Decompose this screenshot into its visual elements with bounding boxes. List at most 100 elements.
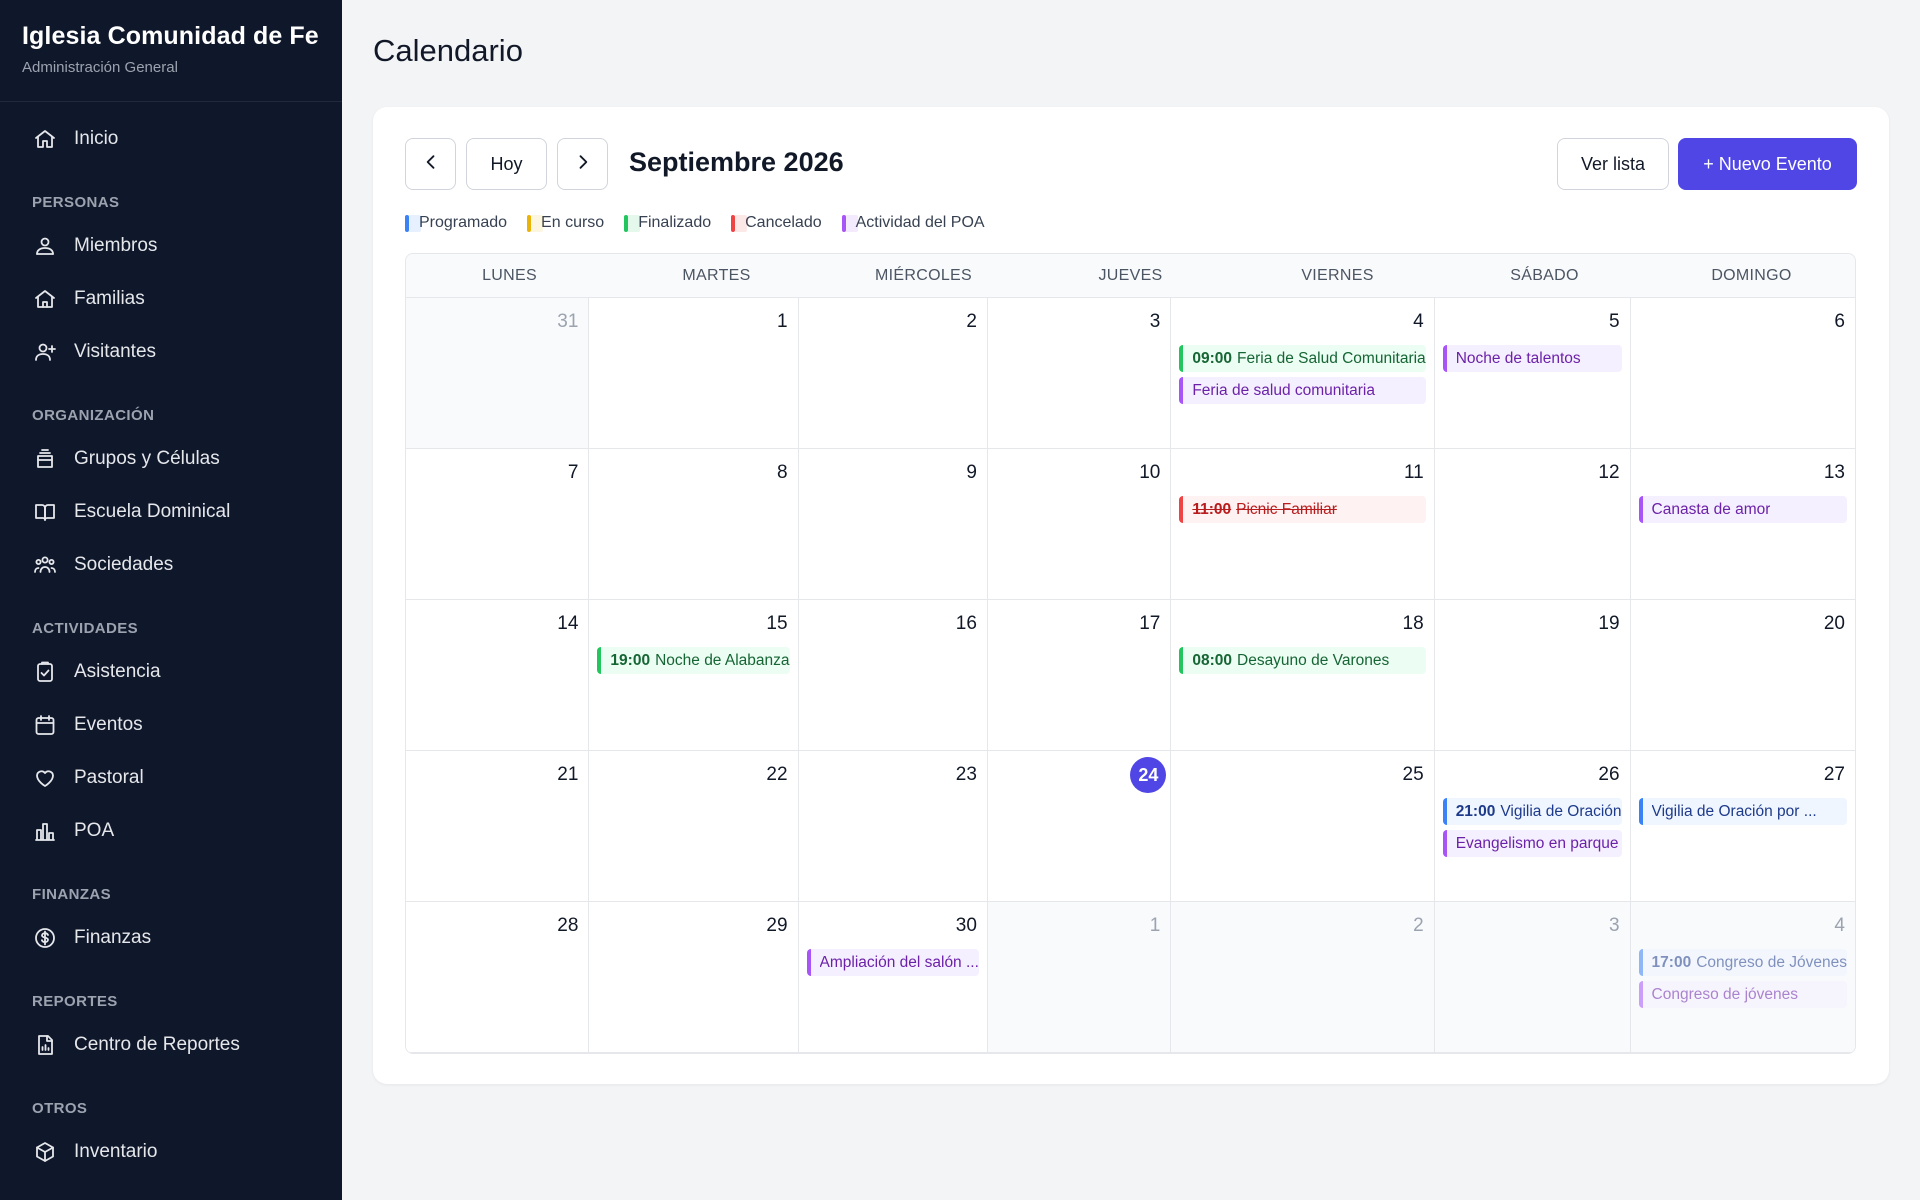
- sidebar-item-label: Centro de Reportes: [74, 1033, 240, 1055]
- app-subtitle: Administración General: [22, 59, 178, 76]
- day-cell[interactable]: 29: [589, 902, 799, 1053]
- day-cell[interactable]: 10: [987, 449, 1172, 600]
- day-cell[interactable]: 25: [1171, 751, 1435, 902]
- legend-swatch: [405, 214, 421, 232]
- sidebar-item-label: Inicio: [74, 127, 119, 149]
- day-cell[interactable]: 30 Ampliación del salón ...: [798, 902, 988, 1053]
- day-cell[interactable]: 27 Vigilia de Oración por ...: [1630, 751, 1855, 902]
- sidebar-item-escuela-dominical[interactable]: Escuela Dominical: [0, 485, 342, 538]
- sidebar-item-inicio[interactable]: Inicio: [0, 112, 342, 165]
- sidebar-item-pastoral[interactable]: Pastoral: [0, 751, 342, 804]
- book-icon: [32, 499, 58, 525]
- calendar-event[interactable]: 19:00 Noche de Alabanza: [597, 647, 790, 674]
- day-number-row: 12: [1443, 455, 1622, 491]
- day-number: 29: [766, 915, 788, 936]
- day-cell[interactable]: 7: [406, 449, 590, 600]
- sidebar-item-label: Miembros: [74, 234, 158, 256]
- day-cell[interactable]: 2: [798, 298, 988, 449]
- event-title: Congreso de jóvenes: [1651, 985, 1799, 1003]
- day-cell[interactable]: 1: [987, 902, 1172, 1053]
- new-event-button[interactable]: + Nuevo Evento: [1678, 138, 1857, 190]
- day-cell[interactable]: 26 21:00 Vigilia de Oración Evangelismo e…: [1434, 751, 1631, 902]
- day-cell[interactable]: 5 Noche de talentos: [1434, 298, 1631, 449]
- sidebar-item-asistencia[interactable]: Asistencia: [0, 645, 342, 698]
- clipboard-check-icon: [32, 659, 58, 685]
- calendar-toolbar: Hoy Septiembre 2026 Ver lista + Nuevo Ev…: [405, 138, 1857, 190]
- day-cell[interactable]: 13 Canasta de amor: [1630, 449, 1855, 600]
- chevron-left-icon: [421, 152, 441, 177]
- day-cell[interactable]: 31: [406, 298, 590, 449]
- day-cell[interactable]: 20: [1630, 600, 1855, 751]
- previous-month-button[interactable]: [405, 138, 456, 190]
- day-cell[interactable]: 17: [987, 600, 1172, 751]
- legend-swatch: [527, 214, 544, 232]
- calendar-event[interactable]: 21:00 Vigilia de Oración: [1442, 798, 1622, 825]
- day-cell[interactable]: 9: [798, 449, 988, 600]
- weekday-jueves: JUEVES: [1098, 266, 1163, 284]
- day-cell[interactable]: 11 11:00 Picnic Familiar: [1171, 449, 1435, 600]
- calendar-event[interactable]: 08:00 Desayuno de Varones: [1179, 647, 1426, 674]
- day-number: 2: [1413, 915, 1424, 936]
- sidebar-item-poa[interactable]: POA: [0, 804, 342, 857]
- day-cell[interactable]: 15 19:00 Noche de Alabanza: [589, 600, 799, 751]
- day-number-row: 24: [996, 757, 1167, 793]
- day-number-row: 4: [1179, 304, 1425, 340]
- sidebar-item-label: Visitantes: [74, 340, 157, 362]
- day-cell[interactable]: 19: [1434, 600, 1631, 751]
- day-cell[interactable]: 23: [798, 751, 988, 902]
- event-title: Congreso de Jóvenes: [1696, 953, 1847, 971]
- status-legend: Programado En curso Finalizado Cancelado…: [405, 211, 1005, 235]
- calendar-event[interactable]: Feria de salud comunitaria: [1179, 377, 1426, 404]
- day-cell[interactable]: 3: [987, 298, 1172, 449]
- day-cell[interactable]: 12: [1434, 449, 1631, 600]
- calendar-event[interactable]: Evangelismo en parque: [1442, 830, 1622, 857]
- calendar-event[interactable]: 11:00 Picnic Familiar: [1179, 496, 1426, 523]
- event-label: 11:00 Picnic Familiar: [1192, 501, 1337, 519]
- legend-item-finalizado: Finalizado: [624, 214, 711, 232]
- day-cell[interactable]: 6: [1630, 298, 1855, 449]
- list-view-button[interactable]: Ver lista: [1557, 138, 1669, 190]
- calendar-event[interactable]: Congreso de jóvenes: [1638, 981, 1847, 1008]
- calendar-event[interactable]: 09:00 Feria de Salud Comunitaria: [1179, 345, 1426, 372]
- calendar-event[interactable]: 17:00 Congreso de Jóvenes: [1638, 949, 1847, 976]
- day-number-row: 22: [597, 757, 789, 793]
- day-cell[interactable]: 1: [589, 298, 799, 449]
- day-number-row: 16: [807, 606, 979, 642]
- sidebar-item-visitantes[interactable]: Visitantes: [0, 325, 342, 378]
- day-number: 11: [1403, 462, 1424, 483]
- day-cell[interactable]: 21: [406, 751, 590, 902]
- calendar-event[interactable]: Vigilia de Oración por ...: [1638, 798, 1847, 825]
- day-number: 16: [955, 613, 977, 634]
- day-cell[interactable]: 16: [798, 600, 988, 751]
- report-icon: [32, 1032, 58, 1058]
- calendar-event[interactable]: Noche de talentos: [1442, 345, 1622, 372]
- calendar-event[interactable]: Ampliación del salón ...: [806, 949, 979, 976]
- sidebar-item-eventos[interactable]: Eventos: [0, 698, 342, 751]
- next-month-button[interactable]: [557, 138, 608, 190]
- event-label: Canasta de amor: [1652, 501, 1771, 519]
- sidebar-item-inventario[interactable]: Inventario: [0, 1125, 342, 1178]
- legend-item-programado: Programado: [405, 214, 507, 232]
- sidebar-item-miembros[interactable]: Miembros: [0, 219, 342, 272]
- app-title: Iglesia Comunidad de Fe: [22, 22, 319, 50]
- day-cell[interactable]: 14: [406, 600, 590, 751]
- day-cell[interactable]: 4 17:00 Congreso de Jóvenes Congreso de j…: [1630, 902, 1855, 1053]
- sidebar-item-familias[interactable]: Familias: [0, 272, 342, 325]
- day-number-row: 2: [1179, 908, 1425, 944]
- day-cell[interactable]: 18 08:00 Desayuno de Varones: [1171, 600, 1435, 751]
- day-cell[interactable]: 8: [589, 449, 799, 600]
- day-cell[interactable]: 24: [987, 751, 1172, 902]
- calendar-event[interactable]: Canasta de amor: [1638, 496, 1847, 523]
- today-button[interactable]: Hoy: [466, 138, 547, 190]
- heart-icon: [32, 765, 58, 791]
- sidebar-item-finanzas[interactable]: Finanzas: [0, 911, 342, 964]
- sidebar-item-centro-de-reportes[interactable]: Centro de Reportes: [0, 1018, 342, 1071]
- sidebar-item-sociedades[interactable]: Sociedades: [0, 538, 342, 591]
- day-cell[interactable]: 4 09:00 Feria de Salud Comunitaria Feria …: [1171, 298, 1435, 449]
- calendar-card: Hoy Septiembre 2026 Ver lista + Nuevo Ev…: [373, 107, 1889, 1084]
- day-cell[interactable]: 22: [589, 751, 799, 902]
- sidebar-item-grupos-y-celulas[interactable]: Grupos y Células: [0, 432, 342, 485]
- day-cell[interactable]: 2: [1171, 902, 1435, 1053]
- day-cell[interactable]: 28: [406, 902, 590, 1053]
- day-cell[interactable]: 3: [1434, 902, 1631, 1053]
